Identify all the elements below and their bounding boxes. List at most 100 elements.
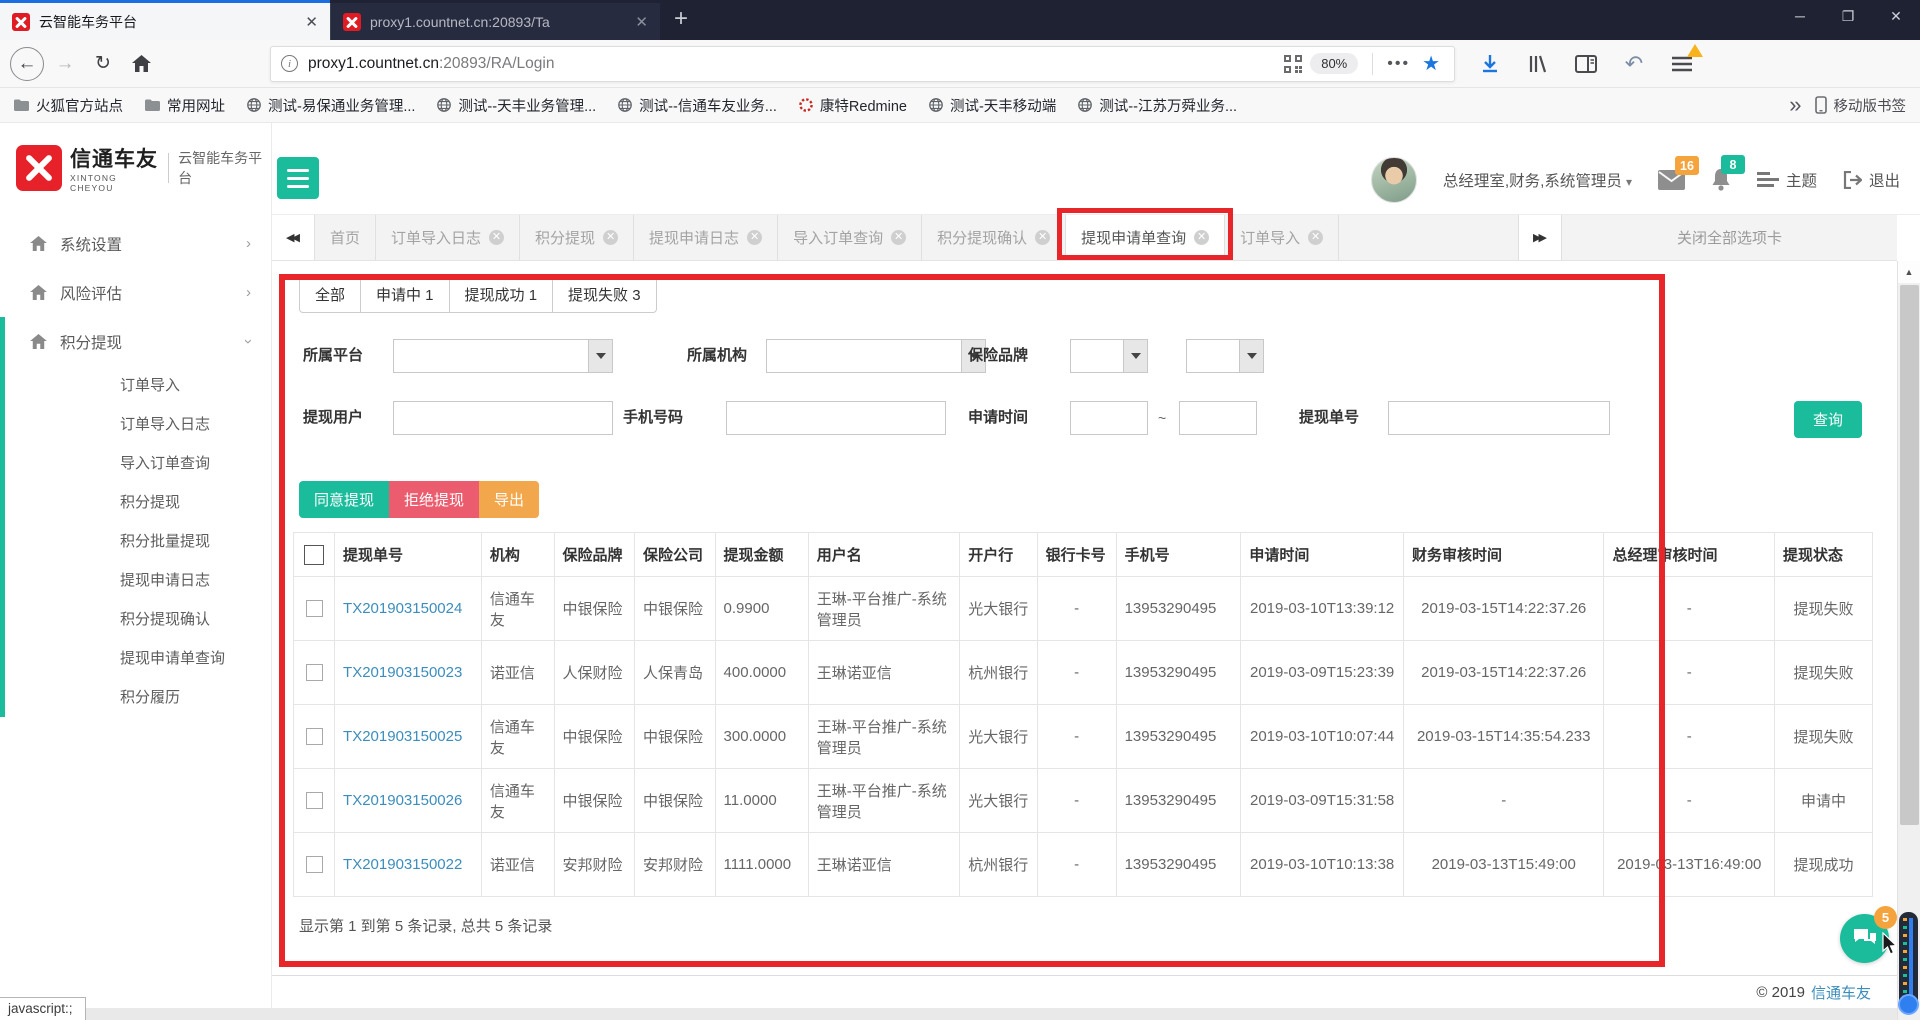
sidebar-item-collapsed[interactable]: 系统设置 › (0, 219, 271, 268)
tab-close-icon[interactable]: ✕ (603, 230, 619, 245)
close-all-tabs-button[interactable]: 关闭全部选项卡 (1561, 215, 1897, 260)
bookmark-item[interactable]: 测试--天丰业务管理... (437, 95, 596, 116)
qr-code-icon[interactable] (1284, 54, 1303, 73)
theme-button[interactable]: 主题 (1756, 169, 1817, 191)
chevron-right-double-icon[interactable]: » (1789, 92, 1801, 118)
scrollbar-up-arrow[interactable]: ▲ (1898, 261, 1920, 283)
status-filter-button-2[interactable]: 提现成功 1 (449, 275, 554, 313)
site-info-icon[interactable]: i (281, 55, 298, 72)
close-button[interactable]: ✕ (1872, 0, 1920, 32)
scrollbar-thumb[interactable] (1900, 285, 1919, 825)
workspace-tab[interactable]: 订单导入 ✕ (1225, 215, 1340, 260)
sidebar-subitem[interactable]: 提现申请单查询 (0, 639, 271, 678)
withdraw-no-link[interactable]: TX201903150024 (343, 600, 462, 617)
row-checkbox[interactable] (305, 600, 323, 618)
back-icon[interactable]: ← (10, 46, 44, 81)
sidebar-subitem[interactable]: 积分提现 (0, 483, 271, 522)
tab-close-icon[interactable]: ✕ (1308, 230, 1324, 245)
org-select[interactable] (766, 339, 986, 373)
export-button[interactable]: 导出 (479, 481, 540, 518)
workspace-tab[interactable]: 提现申请日志 ✕ (634, 215, 779, 260)
bookmark-item[interactable]: 测试--江苏万舜业务... (1078, 95, 1237, 116)
new-tab-button[interactable]: + (674, 4, 688, 34)
apply-time-start-input[interactable] (1070, 401, 1148, 435)
brand-select-1[interactable] (1070, 339, 1148, 373)
order-no-input[interactable] (1388, 401, 1610, 435)
status-filter-button-3[interactable]: 提现失败 3 (553, 275, 657, 313)
sidebar-subitem[interactable]: 导入订单查询 (0, 444, 271, 483)
tab-close-icon[interactable]: ✕ (635, 13, 648, 31)
url-bar[interactable]: i proxy1.countnet.cn:20893/RA/Login 80% … (270, 45, 1455, 82)
sidebar-item-expanded[interactable]: 积分提现 › (0, 317, 271, 366)
workspace-tab[interactable]: 导入订单查询 ✕ (778, 215, 923, 260)
bookmark-item[interactable]: 火狐官方站点 (14, 95, 123, 116)
bookmark-item[interactable]: 常用网址 (145, 95, 225, 116)
workspace-tab-active[interactable]: 提现申请单查询 ✕ (1057, 208, 1234, 260)
workspace-tab[interactable]: 积分提现确认 ✕ (922, 215, 1067, 260)
url-text[interactable]: proxy1.countnet.cn:20893/RA/Login (308, 55, 1284, 73)
notifications-button[interactable]: 8 (1711, 155, 1745, 191)
apply-time-end-input[interactable] (1179, 401, 1257, 435)
library-icon[interactable] (1525, 51, 1551, 77)
bookmark-item[interactable]: 康特Redmine (799, 95, 907, 116)
tab-close-icon[interactable]: ✕ (1194, 230, 1210, 245)
approve-withdraw-button[interactable]: 同意提现 (299, 481, 390, 518)
search-button[interactable]: 查询 (1794, 401, 1862, 438)
status-filter-button-1[interactable]: 申请中 1 (361, 275, 450, 313)
sidebar-subitem[interactable]: 提现申请日志 (0, 561, 271, 600)
app-logo[interactable]: 信通车友 XINTONG CHEYOU 云智能车务平台 (0, 123, 271, 193)
tab-close-icon[interactable]: ✕ (1035, 230, 1051, 245)
row-checkbox[interactable] (305, 792, 323, 810)
bookmark-item[interactable]: 测试-天丰移动端 (929, 95, 1056, 116)
workspace-tab[interactable]: 首页 (315, 215, 377, 260)
brand-select-2[interactable] (1186, 339, 1264, 373)
tabs-scroll-left-button[interactable]: ◀◀ (272, 215, 315, 260)
withdraw-user-input[interactable] (393, 401, 613, 435)
sidebar-subitem[interactable]: 订单导入 (0, 366, 271, 405)
undo-icon[interactable]: ↶ (1621, 51, 1647, 77)
sidebar-subitem[interactable]: 积分提现确认 (0, 600, 271, 639)
tab-close-icon[interactable]: ✕ (747, 230, 763, 245)
withdraw-no-link[interactable]: TX201903150022 (343, 856, 462, 873)
row-checkbox[interactable] (305, 728, 323, 746)
select-all-checkbox[interactable] (304, 544, 325, 565)
bookmark-star-icon[interactable]: ★ (1422, 51, 1440, 76)
tab-close-icon[interactable]: ✕ (305, 13, 318, 31)
home-icon[interactable] (124, 47, 158, 81)
mobile-bookmarks-item[interactable]: 移动版书签 (1814, 95, 1906, 116)
sidebar-collapse-button[interactable] (277, 157, 319, 199)
forward-icon[interactable]: → (48, 47, 82, 81)
status-filter-button-0[interactable]: 全部 (299, 275, 362, 313)
browser-tab-inactive[interactable]: proxy1.countnet.cn:20893/Ta ✕ (330, 3, 660, 40)
withdraw-no-link[interactable]: TX201903150026 (343, 792, 462, 809)
bookmark-item[interactable]: 测试--信通车友业务... (618, 95, 777, 116)
logout-button[interactable]: 退出 (1843, 169, 1900, 191)
tabs-scroll-right-button[interactable]: ▶▶ (1518, 215, 1561, 260)
user-avatar[interactable] (1370, 157, 1417, 203)
row-checkbox[interactable] (305, 856, 323, 874)
footer-brand-link[interactable]: 信通车友 (1811, 982, 1871, 1003)
tab-close-icon[interactable]: ✕ (891, 230, 907, 245)
app-menu-icon[interactable] (1669, 43, 1703, 77)
tab-close-icon[interactable]: ✕ (489, 230, 505, 245)
page-actions-icon[interactable]: ••• (1387, 55, 1410, 73)
reject-withdraw-button[interactable]: 拒绝提现 (389, 481, 480, 518)
withdraw-no-link[interactable]: TX201903150023 (343, 664, 462, 681)
sidebar-toggle-icon[interactable] (1573, 51, 1599, 77)
sidebar-item-collapsed[interactable]: 风险评估 › (0, 268, 271, 317)
bookmark-item[interactable]: 测试-易保通业务管理... (247, 95, 415, 116)
phone-input[interactable] (726, 401, 946, 435)
download-icon[interactable] (1477, 51, 1503, 77)
minimize-button[interactable]: ─ (1776, 0, 1824, 32)
user-roles-dropdown[interactable]: 总经理室,财务,系统管理员 ▾ (1443, 169, 1632, 191)
vertical-scrollbar[interactable]: ▲ (1897, 261, 1920, 1020)
messages-button[interactable]: 16 (1657, 156, 1699, 190)
platform-select[interactable] (393, 339, 613, 373)
reload-icon[interactable]: ↻ (86, 47, 120, 81)
row-checkbox[interactable] (305, 664, 323, 682)
maximize-button[interactable]: ❐ (1824, 0, 1872, 32)
zoom-level-badge[interactable]: 80% (1310, 53, 1359, 74)
sidebar-subitem[interactable]: 订单导入日志 (0, 405, 271, 444)
sidebar-subitem[interactable]: 积分批量提现 (0, 522, 271, 561)
workspace-tab[interactable]: 积分提现 ✕ (520, 215, 635, 260)
